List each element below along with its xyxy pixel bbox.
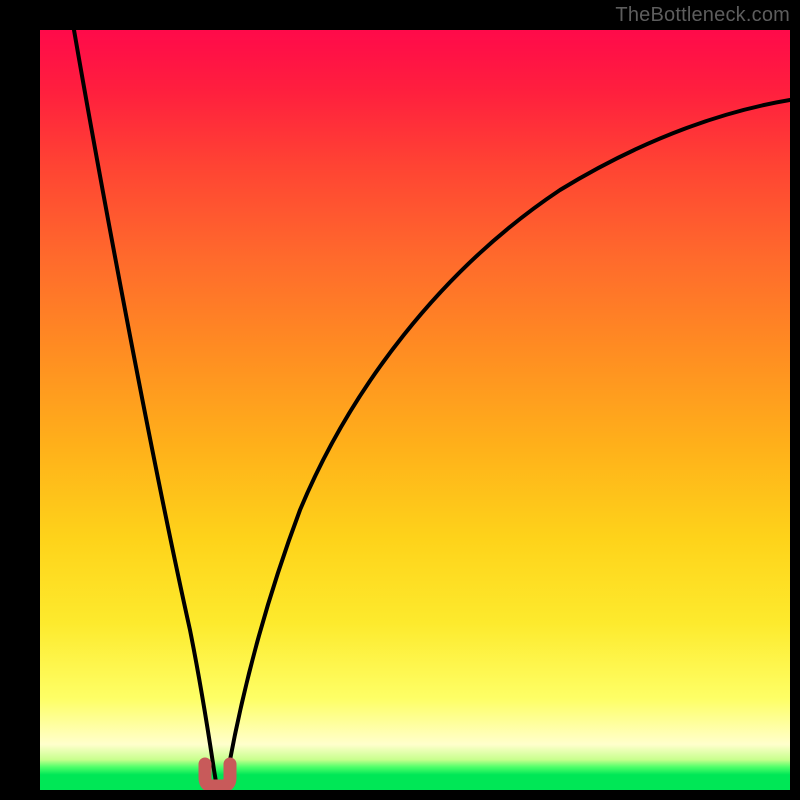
chart-plot-area — [40, 30, 790, 790]
right-branch-line — [226, 100, 790, 782]
chart-frame: TheBottleneck.com — [0, 0, 800, 800]
left-branch-line — [74, 30, 216, 782]
watermark-text: TheBottleneck.com — [615, 4, 790, 27]
optimal-point-marker — [205, 764, 230, 786]
chart-curve-layer — [40, 30, 790, 790]
